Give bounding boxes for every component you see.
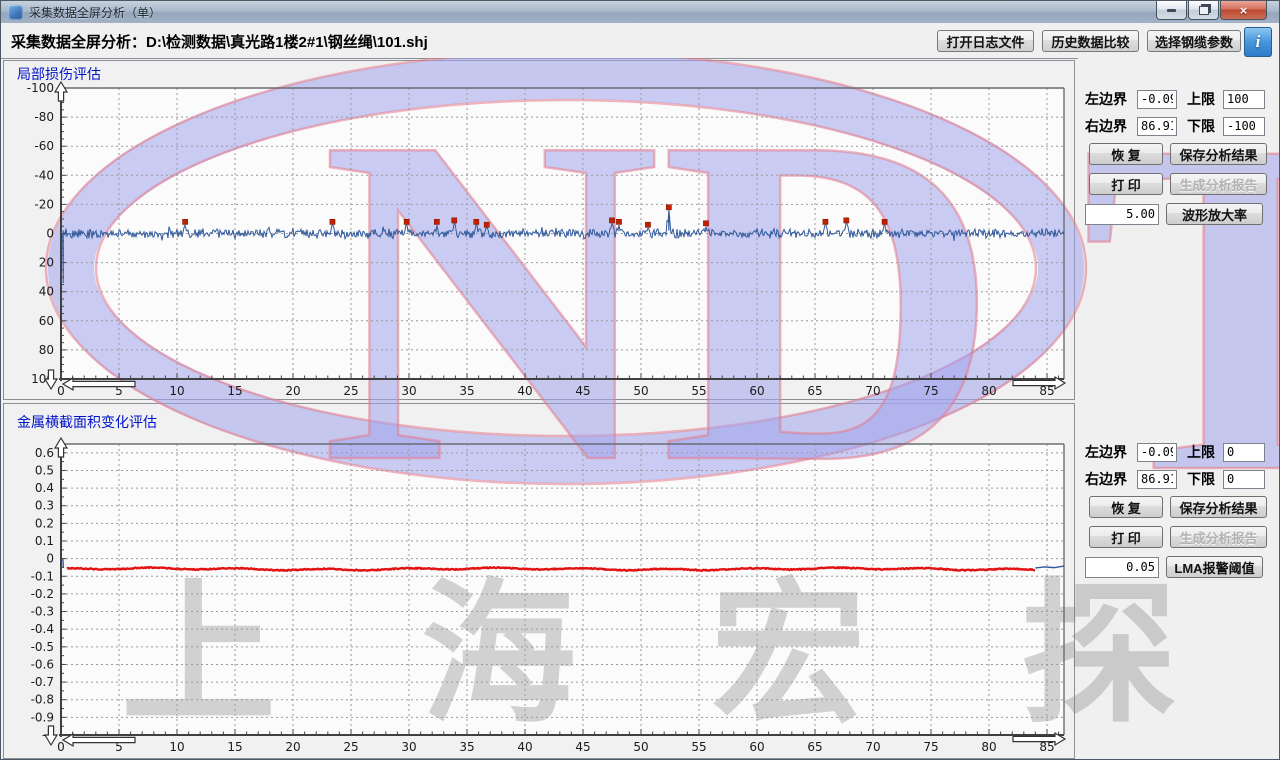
lma-controls-group: 左边界 上限 右边界 下限 恢 复 保存分析结果 打 印 生成分析报告 <box>1085 442 1277 578</box>
damage-chart-plot-area[interactable] <box>61 89 1064 380</box>
save-analysis-button[interactable]: 保存分析结果 <box>1170 143 1267 165</box>
lower-limit-label: 下限 <box>1187 469 1223 489</box>
restore-icon <box>1199 6 1209 15</box>
lma-chart-title: 金属横截面积变化评估 <box>17 412 157 432</box>
lower-limit-label: 下限 <box>1187 116 1223 136</box>
left-boundary-input[interactable] <box>1137 443 1177 462</box>
lower-limit-input[interactable] <box>1223 117 1265 136</box>
generate-report-button: 生成分析报告 <box>1170 173 1267 195</box>
restore-view-button[interactable]: 恢 复 <box>1089 496 1163 518</box>
left-boundary-label: 左边界 <box>1085 442 1137 462</box>
charts-area: 局部损伤评估 金属横截面积变化评估 <box>1 58 1078 760</box>
title-bar: 采集数据全屏分析（单） × <box>1 1 1279 24</box>
right-boundary-label: 右边界 <box>1085 469 1137 489</box>
minimize-icon <box>1167 9 1176 12</box>
restore-button[interactable] <box>1188 1 1219 20</box>
app-window: 采集数据全屏分析（单） × 采集数据全屏分析：D:\检测数据\真光路1楼2#1\… <box>0 0 1280 760</box>
window-title: 采集数据全屏分析（单） <box>29 4 161 21</box>
lower-limit-input[interactable] <box>1223 470 1265 489</box>
damage-controls-group: 左边界 上限 右边界 下限 恢 复 保存分析结果 打 印 生成分析报告 <box>1085 89 1277 225</box>
print-button[interactable]: 打 印 <box>1089 526 1163 548</box>
upper-limit-label: 上限 <box>1187 89 1223 109</box>
lma-chart-plot-area[interactable] <box>61 444 1064 736</box>
control-sidebar: 左边界 上限 右边界 下限 恢 复 保存分析结果 打 印 生成分析报告 <box>1078 58 1280 760</box>
minimize-button[interactable] <box>1156 1 1187 20</box>
restore-view-button[interactable]: 恢 复 <box>1089 143 1163 165</box>
waveform-gain-input[interactable] <box>1085 204 1159 225</box>
save-analysis-button[interactable]: 保存分析结果 <box>1170 496 1267 518</box>
upper-limit-input[interactable] <box>1223 443 1265 462</box>
right-boundary-label: 右边界 <box>1085 116 1137 136</box>
right-boundary-input[interactable] <box>1137 470 1177 489</box>
generate-report-button: 生成分析报告 <box>1170 526 1267 548</box>
damage-chart-panel: 局部损伤评估 <box>3 60 1075 400</box>
info-button[interactable]: i <box>1244 27 1272 57</box>
history-compare-button[interactable]: 历史数据比较 <box>1042 30 1139 52</box>
cable-params-button[interactable]: 选择钢缆参数 <box>1147 30 1241 52</box>
upper-limit-label: 上限 <box>1187 442 1223 462</box>
lma-threshold-input[interactable] <box>1085 557 1159 578</box>
lma-threshold-button[interactable]: LMA报警阈值 <box>1166 556 1263 578</box>
header-bar: 采集数据全屏分析：D:\检测数据\真光路1楼2#1\钢丝绳\101.shj 打开… <box>1 23 1279 59</box>
app-icon <box>8 5 23 20</box>
open-log-button[interactable]: 打开日志文件 <box>937 30 1034 52</box>
left-boundary-label: 左边界 <box>1085 89 1137 109</box>
lma-chart-panel: 金属横截面积变化评估 <box>3 403 1075 759</box>
damage-chart-title: 局部损伤评估 <box>17 64 101 84</box>
right-boundary-input[interactable] <box>1137 117 1177 136</box>
waveform-gain-button[interactable]: 波形放大率 <box>1166 203 1263 225</box>
close-icon: × <box>1240 4 1248 17</box>
print-button[interactable]: 打 印 <box>1089 173 1163 195</box>
left-boundary-input[interactable] <box>1137 90 1177 109</box>
file-path-title: 采集数据全屏分析：D:\检测数据\真光路1楼2#1\钢丝绳\101.shj <box>11 31 428 52</box>
close-button[interactable]: × <box>1220 1 1267 20</box>
upper-limit-input[interactable] <box>1223 90 1265 109</box>
